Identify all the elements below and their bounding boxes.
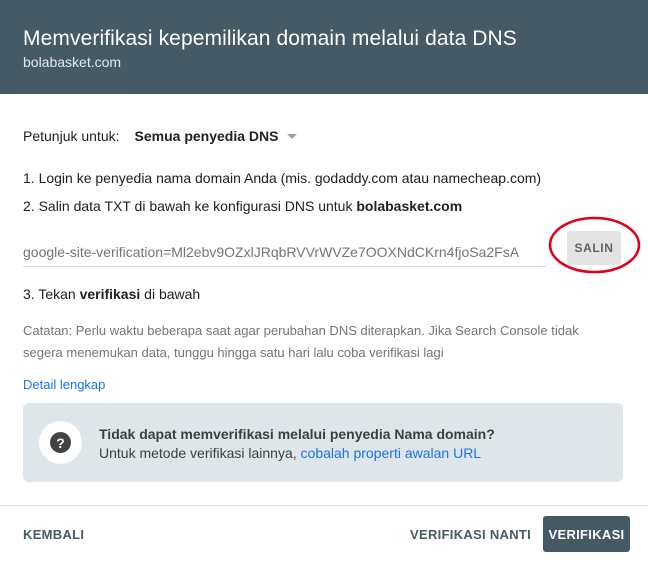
provider-dropdown-value: Semua penyedia DNS bbox=[134, 128, 279, 144]
back-button[interactable]: KEMBALI bbox=[23, 527, 84, 542]
dns-note: Catatan: Perlu waktu beberapa saat agar … bbox=[23, 320, 623, 364]
dialog-title: Memverifikasi kepemilikan domain melalui… bbox=[23, 27, 517, 50]
copy-button[interactable]: SALIN bbox=[567, 231, 621, 265]
dialog-header: Memverifikasi kepemilikan domain melalui… bbox=[0, 0, 648, 94]
verify-button[interactable]: VERIFIKASI bbox=[543, 516, 630, 552]
help-subtitle: Untuk metode verifikasi lainnya, cobalah… bbox=[99, 445, 481, 461]
help-box: ? Tidak dapat memverifikasi melalui peny… bbox=[23, 403, 623, 482]
help-icon-wrapper: ? bbox=[39, 421, 82, 464]
domain-subtitle: bolabasket.com bbox=[23, 54, 122, 70]
help-title: Tidak dapat memverifikasi melalui penyed… bbox=[99, 426, 495, 442]
dns-note-line-2: segera menemukan data, tunggu hingga sat… bbox=[23, 345, 444, 360]
step-2: 2. Salin data TXT di bawah ke konfiguras… bbox=[23, 198, 462, 214]
detail-link[interactable]: Detail lengkap bbox=[23, 377, 105, 392]
txt-record-field[interactable]: google-site-verification=Ml2ebv9OZxlJRqb… bbox=[23, 244, 546, 267]
question-icon: ? bbox=[50, 432, 71, 453]
instructions-label: Petunjuk untuk: bbox=[23, 128, 120, 144]
step-3: 3. Tekan verifikasi di bawah bbox=[23, 286, 200, 302]
url-prefix-property-link[interactable]: cobalah properti awalan URL bbox=[301, 445, 482, 461]
step-1: 1. Login ke penyedia nama domain Anda (m… bbox=[23, 170, 542, 186]
provider-dropdown[interactable]: Semua penyedia DNS bbox=[135, 128, 298, 144]
step-2-domain: bolabasket.com bbox=[356, 198, 463, 214]
dns-note-line-1: Catatan: Perlu waktu beberapa saat agar … bbox=[23, 323, 579, 338]
step-3-bold: verifikasi bbox=[79, 286, 141, 302]
dropdown-arrow-icon bbox=[287, 134, 298, 139]
footer-divider bbox=[0, 505, 648, 506]
help-subtitle-text: Untuk metode verifikasi lainnya, bbox=[99, 445, 301, 461]
step-3-prefix: 3. Tekan bbox=[23, 286, 80, 302]
instructions-row: Petunjuk untuk: Semua penyedia DNS bbox=[23, 128, 298, 144]
step-3-suffix: di bawah bbox=[140, 286, 201, 302]
step-2-text: 2. Salin data TXT di bawah ke konfiguras… bbox=[23, 198, 357, 214]
verify-later-button[interactable]: VERIFIKASI NANTI bbox=[410, 527, 531, 542]
